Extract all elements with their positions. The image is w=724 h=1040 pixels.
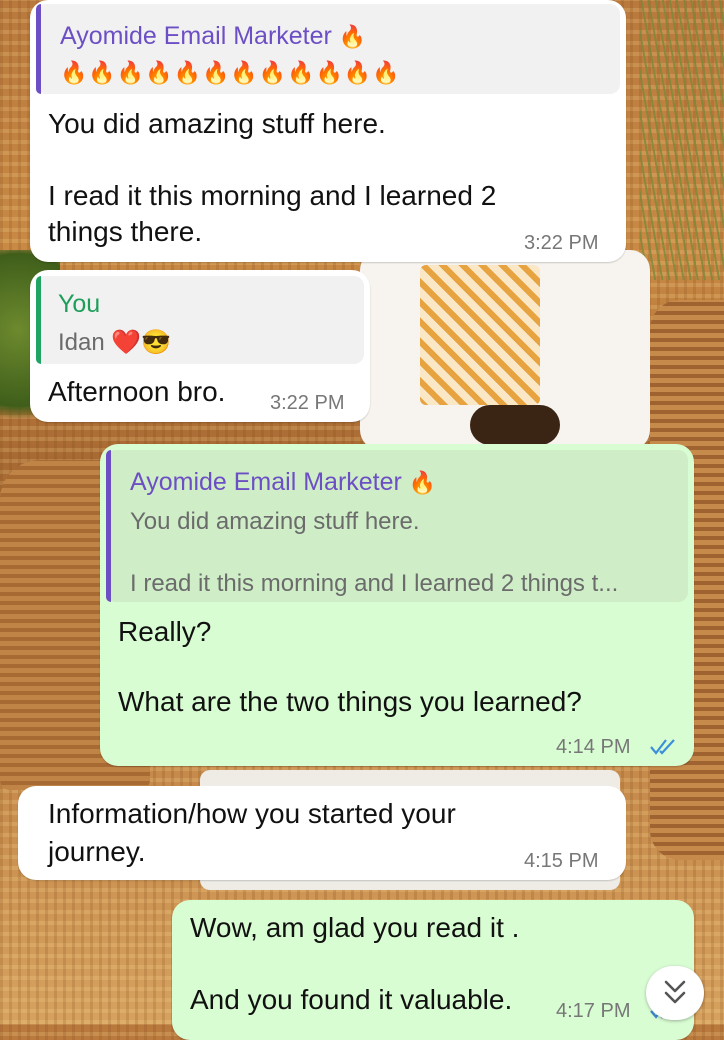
message-bubble-outgoing[interactable]: Ayomide Email Marketer 🔥 You did amazing… xyxy=(100,444,694,766)
quote-accent-bar xyxy=(36,4,41,94)
wallpaper-embroidery xyxy=(420,265,540,405)
message-time: 3:22 PM xyxy=(270,392,345,414)
wallpaper-grass xyxy=(640,0,724,280)
message-time: 4:14 PM xyxy=(556,736,631,758)
quote-accent-bar xyxy=(106,450,111,602)
wallpaper-hand xyxy=(470,405,560,445)
message-text-line: You did amazing stuff here. xyxy=(48,108,386,139)
quote-author: Ayomide Email Marketer 🔥 xyxy=(60,22,366,51)
message-bubble-incoming[interactable]: You Idan ❤️😎 Afternoon bro. 3:22 PM xyxy=(30,270,370,422)
message-text-line: And you found it valuable. xyxy=(190,984,513,1015)
quote-author-name: Ayomide Email Marketer xyxy=(130,468,402,496)
quote-text-line: You did amazing stuff here. xyxy=(130,508,420,535)
quote-text: Idan ❤️😎 xyxy=(58,329,172,356)
message-bubble-incoming[interactable]: Information/how you started your journey… xyxy=(18,786,626,880)
message-bubble-outgoing[interactable]: Wow, am glad you read it . And you found… xyxy=(172,900,694,1040)
message-text-line: Really? xyxy=(118,616,212,647)
quote-author-name: Ayomide Email Marketer xyxy=(60,22,332,50)
quote-author: You xyxy=(58,290,101,318)
quote-text-line: I read it this morning and I learned 2 t… xyxy=(130,570,619,597)
quote-accent-bar xyxy=(36,276,41,364)
message-text-line: What are the two things you learned? xyxy=(118,686,582,717)
message-text-line: Information/how you started your xyxy=(48,798,456,829)
message-text-line: Wow, am glad you read it . xyxy=(190,912,520,943)
fire-emoji: 🔥 xyxy=(408,470,437,495)
message-text-line: I read it this morning and I learned 2 xyxy=(48,180,497,211)
message-text-line: journey. xyxy=(48,836,146,867)
message-text-line: things there. xyxy=(48,216,203,247)
quote-author: Ayomide Email Marketer 🔥 xyxy=(130,468,436,497)
double-chevron-down-icon xyxy=(664,980,686,1004)
scroll-to-bottom-button[interactable] xyxy=(646,966,704,1020)
message-time: 4:15 PM xyxy=(524,850,599,872)
double-check-icon xyxy=(650,739,675,755)
message-text-line: Afternoon bro. xyxy=(48,376,226,407)
message-bubble-incoming[interactable]: Ayomide Email Marketer 🔥 🔥🔥🔥🔥🔥🔥🔥🔥🔥🔥🔥🔥 Yo… xyxy=(30,0,626,262)
fire-emoji: 🔥 xyxy=(338,24,367,49)
message-time: 3:22 PM xyxy=(524,232,599,254)
quoted-message[interactable]: Ayomide Email Marketer 🔥 🔥🔥🔥🔥🔥🔥🔥🔥🔥🔥🔥🔥 xyxy=(36,4,620,94)
quoted-message[interactable]: Ayomide Email Marketer 🔥 You did amazing… xyxy=(106,450,688,602)
quoted-message[interactable]: You Idan ❤️😎 xyxy=(36,276,364,364)
message-time: 4:17 PM xyxy=(556,1000,631,1022)
quote-text: 🔥🔥🔥🔥🔥🔥🔥🔥🔥🔥🔥🔥 xyxy=(60,60,401,85)
